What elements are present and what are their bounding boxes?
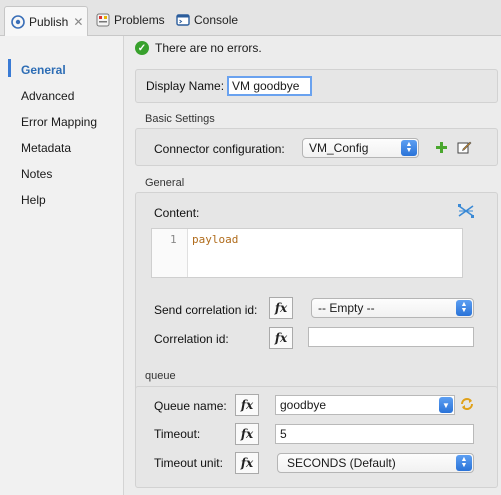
general-section-title: General — [145, 177, 185, 189]
chevron-updown-icon: ▲ ▼ — [456, 455, 472, 471]
content-editor[interactable]: 1 payload — [151, 228, 463, 278]
send-correlation-id-select[interactable]: -- Empty -- ▲ ▼ — [311, 298, 474, 318]
tab-publish-label: Publish — [29, 14, 69, 29]
queue-name-value: goodbye — [280, 398, 327, 412]
edit-icon[interactable] — [456, 139, 472, 155]
send-correlation-id-value: -- Empty -- — [318, 301, 375, 315]
timeout-unit-value: SECONDS (Default) — [287, 456, 396, 470]
problems-icon — [96, 13, 110, 27]
tab-problems[interactable]: Problems — [96, 6, 165, 33]
queue-name-combo[interactable]: goodbye ▼ — [275, 395, 455, 415]
nav-item-notes[interactable]: Notes — [21, 167, 52, 181]
connector-icon — [11, 14, 25, 29]
correlation-id-label: Correlation id: — [154, 332, 229, 346]
content-expression[interactable]: payload — [192, 233, 238, 246]
general-panel: Content: — [135, 192, 498, 392]
properties-pane: ✓ There are no errors. Display Name: VM … — [125, 36, 501, 495]
send-correlation-id-label: Send correlation id: — [154, 303, 258, 317]
view-tab-bar: Publish ✕ Problems Console — [0, 0, 501, 36]
close-icon[interactable]: ✕ — [73, 15, 83, 29]
refresh-icon[interactable] — [459, 396, 475, 412]
tab-problems-label: Problems — [114, 12, 165, 27]
timeout-unit-select[interactable]: SECONDS (Default) ▲ ▼ — [277, 453, 474, 473]
basic-settings-panel: Connector configuration: VM_Config ▲ ▼ — [135, 128, 498, 166]
tab-console-label: Console — [194, 12, 239, 27]
display-name-input[interactable]: VM goodbye — [227, 76, 312, 96]
connector-config-label: Connector configuration: — [154, 142, 285, 156]
nav-item-help[interactable]: Help — [21, 193, 46, 207]
nav-item-error-mapping[interactable]: Error Mapping — [21, 115, 97, 129]
nav-selection-marker — [8, 59, 11, 77]
timeout-unit-fx-button[interactable]: fx — [235, 452, 259, 474]
status-text: There are no errors. — [155, 41, 262, 55]
tab-console[interactable]: Console — [176, 6, 238, 33]
add-icon[interactable] — [434, 140, 448, 154]
queue-name-label: Queue name: — [154, 399, 227, 413]
properties-nav: General Advanced Error Mapping Metadata … — [0, 36, 124, 495]
correlation-id-fx-button[interactable]: fx — [269, 327, 293, 349]
queue-section-title: queue — [145, 370, 176, 382]
timeout-label: Timeout: — [154, 427, 201, 441]
timeout-fx-button[interactable]: fx — [235, 423, 259, 445]
nav-item-advanced[interactable]: Advanced — [21, 89, 74, 103]
connector-config-value: VM_Config — [309, 141, 369, 155]
nav-item-general[interactable]: General — [21, 63, 66, 77]
connector-config-select[interactable]: VM_Config ▲ ▼ — [302, 138, 419, 158]
send-correlation-fx-button[interactable]: fx — [269, 297, 293, 319]
line-number: 1 — [170, 233, 177, 246]
chevron-down-icon[interactable]: ▼ — [439, 397, 453, 413]
chevron-updown-icon: ▲ ▼ — [456, 300, 472, 316]
check-icon: ✓ — [135, 41, 149, 55]
timeout-unit-label: Timeout unit: — [154, 456, 223, 470]
content-label: Content: — [154, 206, 200, 220]
console-icon — [176, 13, 190, 27]
correlation-id-input[interactable] — [308, 327, 474, 347]
validation-status: ✓ There are no errors. — [135, 41, 262, 55]
display-name-label: Display Name: — [146, 79, 225, 93]
queue-name-fx-button[interactable]: fx — [235, 394, 259, 416]
nav-item-metadata[interactable]: Metadata — [21, 141, 71, 155]
tab-publish[interactable]: Publish ✕ — [4, 6, 88, 36]
display-name-panel: Display Name: VM goodbye — [135, 69, 498, 103]
timeout-input[interactable]: 5 — [275, 424, 474, 444]
chevron-updown-icon: ▲ ▼ — [401, 140, 417, 156]
datamapper-icon[interactable] — [458, 204, 474, 218]
basic-settings-title: Basic Settings — [145, 113, 215, 125]
